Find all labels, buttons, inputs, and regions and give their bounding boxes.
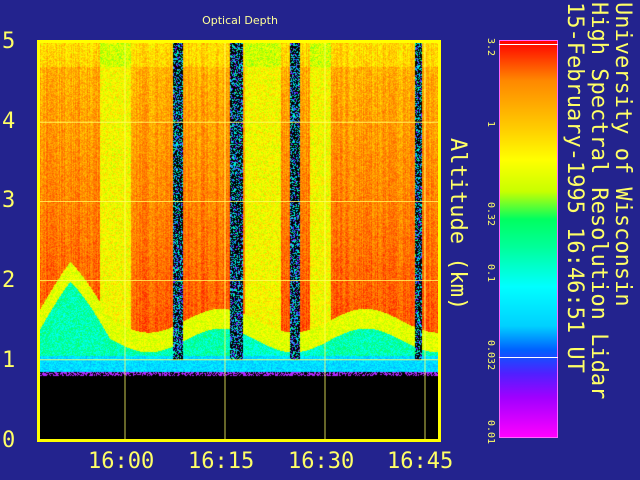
- instrument-label: High Spectral Resolution Lidar: [586, 2, 611, 400]
- y-axis-label: Altitude (km): [445, 138, 470, 311]
- x-tick-label: 16:30: [288, 449, 355, 474]
- y-tick-label: 3: [2, 188, 16, 213]
- plot-frame: [37, 40, 441, 442]
- x-tick-label: 16:15: [188, 449, 255, 474]
- colorbar-tick-label: 0.032: [485, 340, 496, 371]
- y-tick-label: 0: [2, 428, 16, 453]
- colorbar-tick-label: 1: [485, 121, 496, 128]
- colorbar-marker-line: [499, 357, 558, 358]
- colorbar-tick-label: 0.1: [485, 264, 496, 283]
- colorbar: [499, 40, 558, 438]
- date-time-label: 15-February-1995 16:46:51 UT: [562, 2, 587, 373]
- x-tick-label: 16:00: [88, 449, 155, 474]
- y-tick-label: 2: [2, 268, 16, 293]
- chart-title: Optical Depth: [202, 14, 278, 27]
- colorbar-tick-label: 3.2: [485, 38, 496, 57]
- colorbar-tick-label: 0.01: [485, 420, 496, 445]
- colorbar-marker-line: [499, 44, 558, 45]
- colorbar-tick-label: 0.32: [485, 202, 496, 227]
- y-tick-label: 4: [2, 109, 16, 134]
- y-tick-label: 5: [2, 29, 16, 54]
- y-tick-label: 1: [2, 348, 16, 373]
- institution-label: University of Wisconsin: [610, 2, 635, 307]
- x-tick-label: 16:45: [387, 449, 454, 474]
- optical-depth-heatmap: [40, 43, 438, 439]
